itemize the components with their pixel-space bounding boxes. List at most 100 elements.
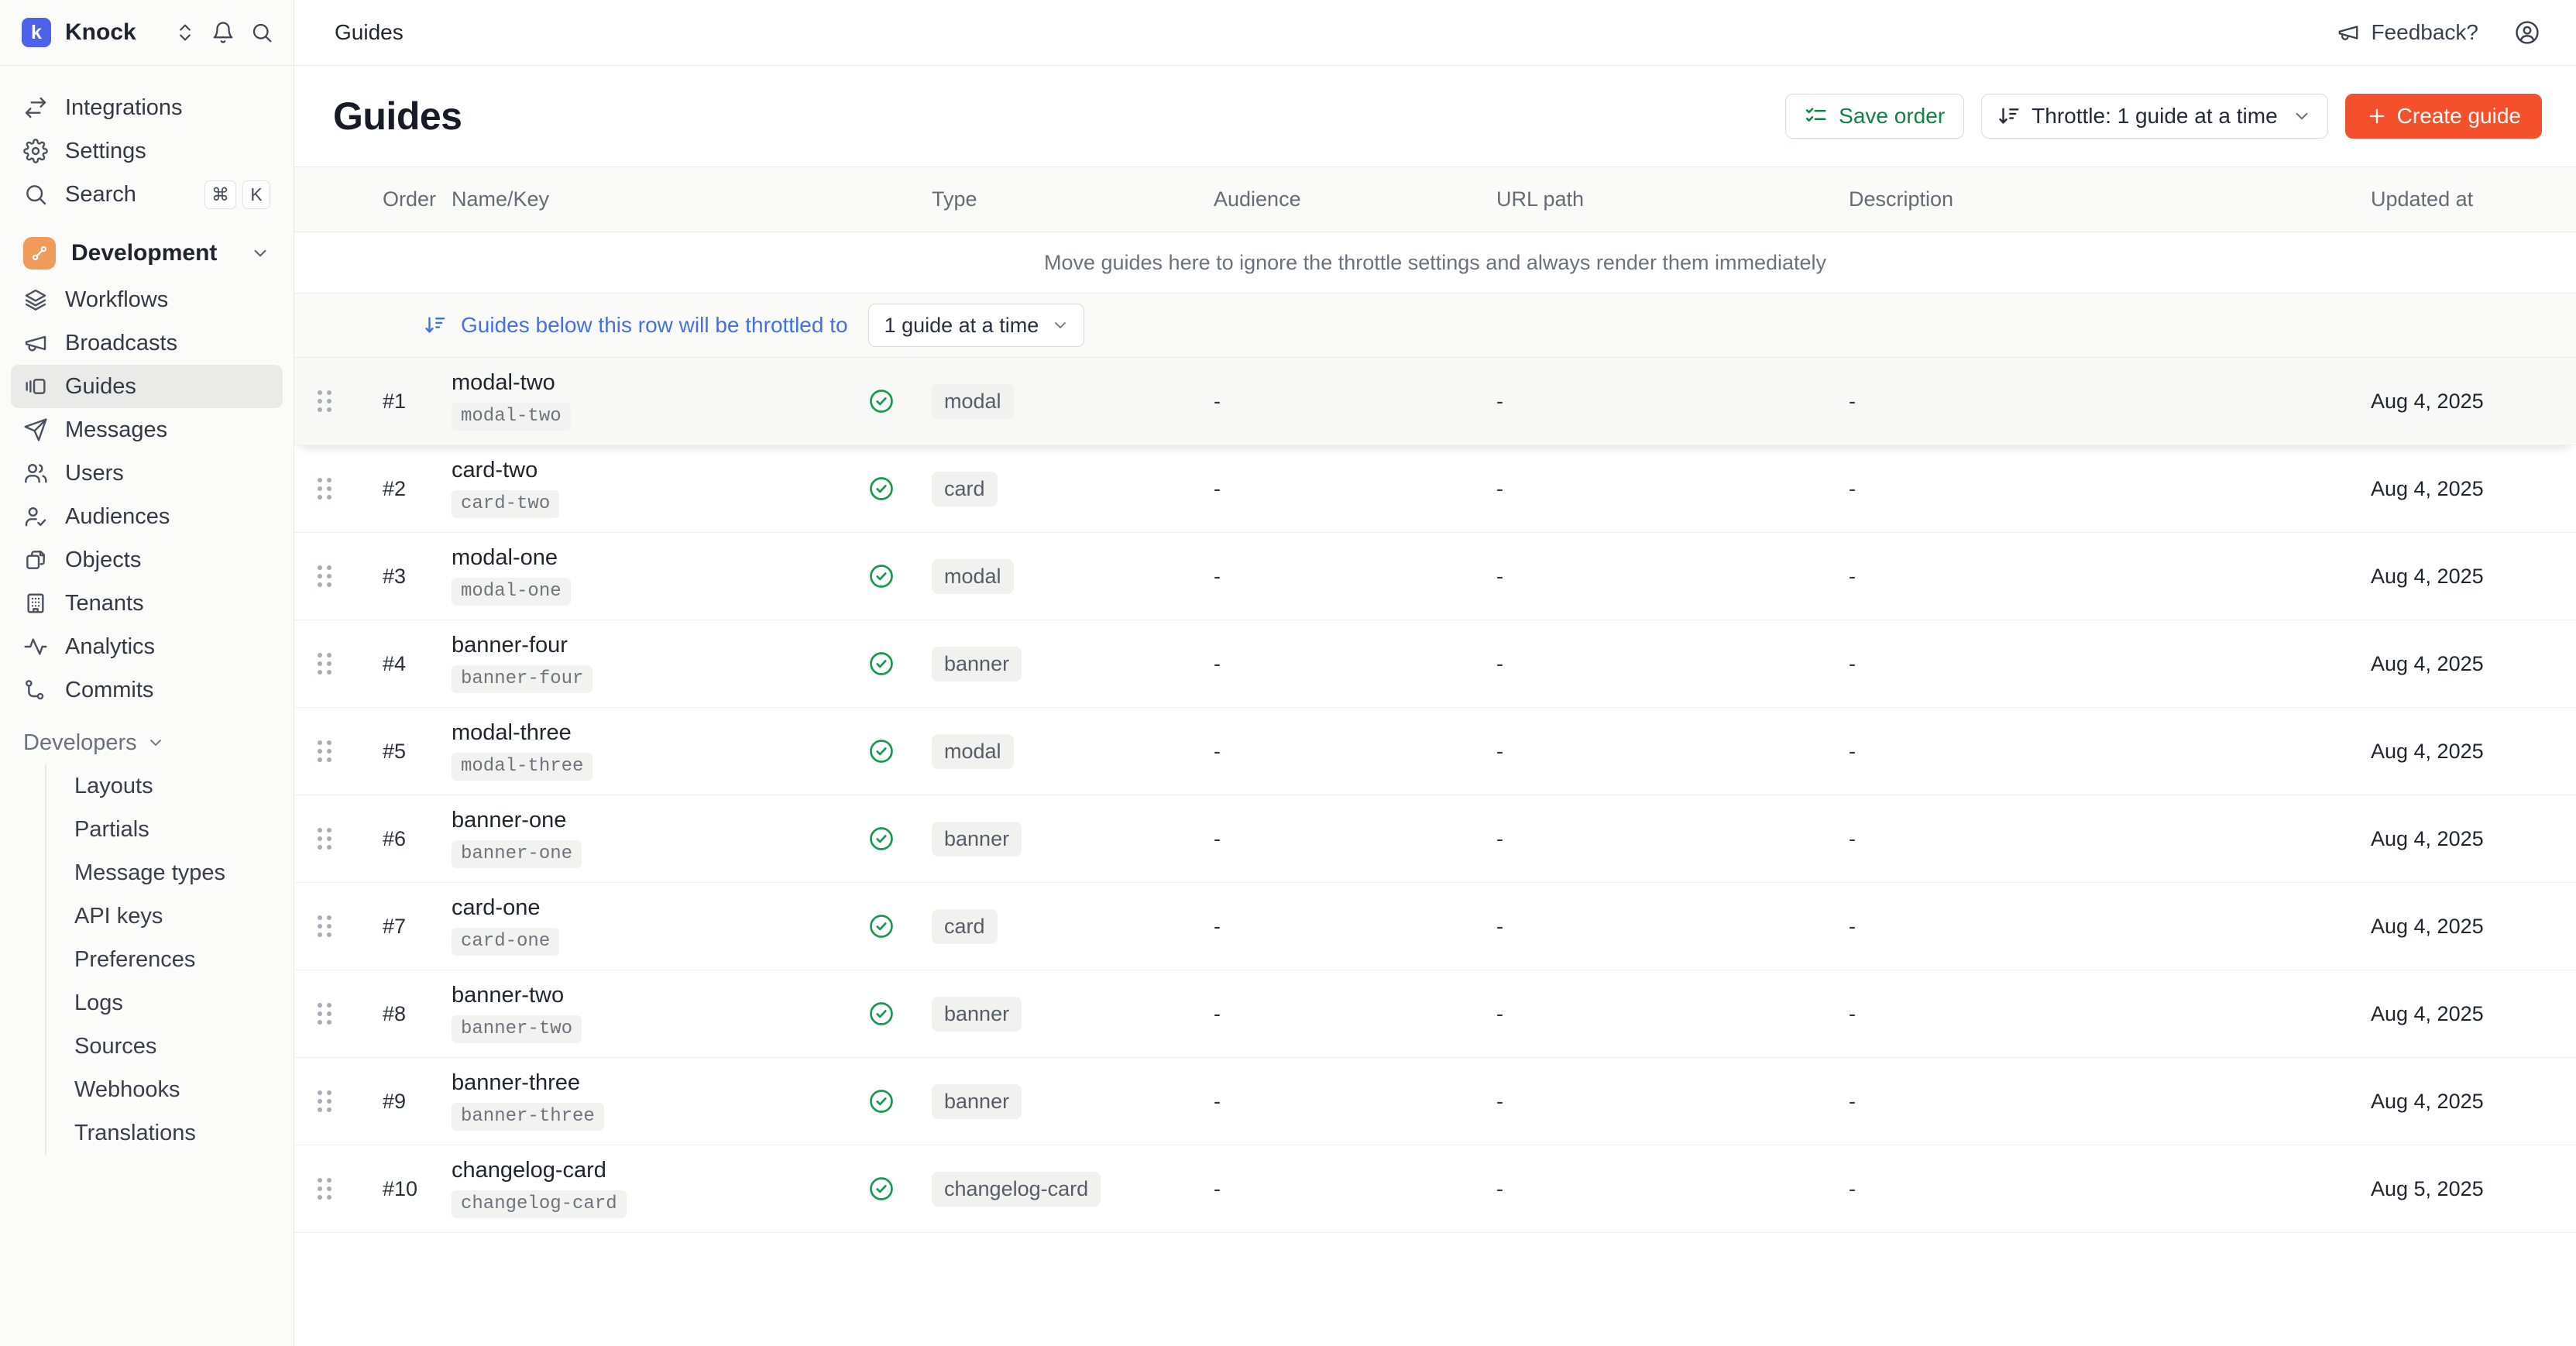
sidebar-item-workflows[interactable]: Workflows <box>11 278 283 321</box>
audience-cell: - <box>1204 915 1487 939</box>
drag-handle-icon[interactable] <box>318 740 331 762</box>
drag-handle-icon[interactable] <box>318 1003 331 1025</box>
megaphone-icon <box>2337 21 2360 44</box>
status-check-circle-icon <box>867 912 895 940</box>
type-badge: banner <box>932 1084 1022 1119</box>
guide-name[interactable]: banner-two <box>452 984 867 1007</box>
sidebar-item-search[interactable]: Search ⌘ K <box>11 173 283 216</box>
guide-name[interactable]: changelog-card <box>452 1159 867 1182</box>
sidebar-item-users[interactable]: Users <box>11 452 283 495</box>
feedback-label: Feedback? <box>2371 20 2478 45</box>
type-badge: modal <box>932 734 1014 769</box>
description-cell: - <box>1839 915 2358 939</box>
throttle-ignore-dropzone[interactable]: Move guides here to ignore the throttle … <box>294 232 2576 293</box>
guide-key: modal-one <box>452 578 571 606</box>
table-row[interactable]: #8 banner-twobanner-two banner - - - Aug… <box>294 970 2576 1058</box>
order-cell: #8 <box>362 1002 452 1026</box>
sidebar-item-audiences[interactable]: Audiences <box>11 495 283 538</box>
guide-name[interactable]: modal-one <box>452 547 867 569</box>
developers-section-toggle[interactable]: Developers <box>11 723 283 763</box>
column-header-updated-at: Updated at <box>2358 187 2576 211</box>
guide-name[interactable]: card-one <box>452 897 867 919</box>
sidebar-item-commits[interactable]: Commits <box>11 668 283 712</box>
sidebar-item-webhooks[interactable]: Webhooks <box>67 1068 283 1111</box>
drag-handle-icon[interactable] <box>318 653 331 675</box>
updated-at-cell: Aug 4, 2025 <box>2358 740 2576 764</box>
column-header-audience: Audience <box>1204 187 1487 211</box>
table-row[interactable]: #5 modal-threemodal-three modal - - - Au… <box>294 708 2576 795</box>
sidebar-item-analytics[interactable]: Analytics <box>11 625 283 668</box>
sidebar-item-label: Integrations <box>65 95 183 121</box>
url-path-cell: - <box>1487 477 1839 501</box>
table-row[interactable]: #10 changelog-cardchangelog-card changel… <box>294 1145 2576 1233</box>
sidebar-item-settings[interactable]: Settings <box>11 129 283 173</box>
column-header-order: Order <box>362 187 452 211</box>
throttle-divider-label: Guides below this row will be throttled … <box>461 313 848 338</box>
sidebar-item-preferences[interactable]: Preferences <box>67 938 283 981</box>
order-cell: #9 <box>362 1090 452 1114</box>
sidebar-item-partials[interactable]: Partials <box>67 808 283 851</box>
dropzone-hint-text: Move guides here to ignore the throttle … <box>1044 251 1826 275</box>
save-order-button[interactable]: Save order <box>1785 94 1964 139</box>
table-row[interactable]: #9 banner-threebanner-three banner - - -… <box>294 1058 2576 1145</box>
page-title: Guides <box>333 94 462 139</box>
sidebar-item-layouts[interactable]: Layouts <box>67 764 283 808</box>
sidebar-item-messages[interactable]: Messages <box>11 408 283 452</box>
guide-name[interactable]: banner-three <box>452 1072 867 1094</box>
sidebar-item-integrations[interactable]: Integrations <box>11 86 283 129</box>
description-cell: - <box>1839 1002 2358 1026</box>
sidebar-item-label: Message types <box>74 860 225 886</box>
guide-key: banner-one <box>452 840 582 868</box>
table-row[interactable]: #2 card-twocard-two card - - - Aug 4, 20… <box>294 445 2576 533</box>
guide-name[interactable]: modal-three <box>452 722 867 744</box>
table-row[interactable]: #1 modal-twomodal-two modal - - - Aug 4,… <box>294 358 2576 445</box>
knock-logo: k <box>22 18 51 47</box>
drag-handle-icon[interactable] <box>318 828 331 850</box>
sidebar-item-label: Search <box>65 182 136 208</box>
sidebar-item-broadcasts[interactable]: Broadcasts <box>11 321 283 365</box>
url-path-cell: - <box>1487 915 1839 939</box>
guide-name[interactable]: banner-four <box>452 634 867 657</box>
table-row[interactable]: #7 card-onecard-one card - - - Aug 4, 20… <box>294 883 2576 970</box>
sidebar-item-message-types[interactable]: Message types <box>67 851 283 894</box>
guide-name[interactable]: card-two <box>452 459 867 482</box>
user-avatar-icon[interactable] <box>2514 19 2540 46</box>
create-guide-button[interactable]: Create guide <box>2345 94 2542 139</box>
drag-handle-icon[interactable] <box>318 478 331 500</box>
bell-icon[interactable] <box>211 21 235 44</box>
drag-handle-icon[interactable] <box>318 1090 331 1112</box>
chevron-down-icon <box>250 243 270 263</box>
column-header-url-path: URL path <box>1487 187 1839 211</box>
description-cell: - <box>1839 827 2358 851</box>
search-icon[interactable] <box>250 21 273 44</box>
drag-handle-icon[interactable] <box>318 1178 331 1200</box>
guide-name[interactable]: modal-two <box>452 372 867 394</box>
updated-at-cell: Aug 4, 2025 <box>2358 827 2576 851</box>
sidebar-item-guides[interactable]: Guides <box>11 365 283 408</box>
sidebar-item-logs[interactable]: Logs <box>67 981 283 1025</box>
sidebar-item-tenants[interactable]: Tenants <box>11 582 283 625</box>
feedback-button[interactable]: Feedback? <box>2337 20 2478 45</box>
guide-name[interactable]: banner-one <box>452 809 867 832</box>
table-row[interactable]: #4 banner-fourbanner-four banner - - - A… <box>294 620 2576 708</box>
chevrons-up-down-icon[interactable] <box>174 22 196 43</box>
sidebar-item-label: Analytics <box>65 634 155 660</box>
order-cell: #5 <box>362 740 452 764</box>
sidebar-item-sources[interactable]: Sources <box>67 1025 283 1068</box>
table-row[interactable]: #6 banner-onebanner-one banner - - - Aug… <box>294 795 2576 883</box>
table-header-row: Order Name/Key Type Audience URL path De… <box>294 167 2576 232</box>
sidebar-item-label: Logs <box>74 991 123 1016</box>
throttle-dropdown-button[interactable]: Throttle: 1 guide at a time <box>1981 94 2328 139</box>
drag-handle-icon[interactable] <box>318 915 331 937</box>
sidebar-item-api-keys[interactable]: API keys <box>67 894 283 938</box>
table-row[interactable]: #3 modal-onemodal-one modal - - - Aug 4,… <box>294 533 2576 620</box>
sidebar-item-translations[interactable]: Translations <box>67 1111 283 1155</box>
sidebar-item-objects[interactable]: Objects <box>11 538 283 582</box>
drag-handle-icon[interactable] <box>318 565 331 587</box>
column-header-name-key: Name/Key <box>452 187 867 211</box>
throttle-value-select[interactable]: 1 guide at a time <box>868 304 1085 347</box>
drag-handle-icon[interactable] <box>318 390 331 412</box>
environment-name: Development <box>71 240 217 266</box>
audience-cell: - <box>1204 565 1487 589</box>
environment-switcher[interactable]: Development <box>11 228 283 278</box>
